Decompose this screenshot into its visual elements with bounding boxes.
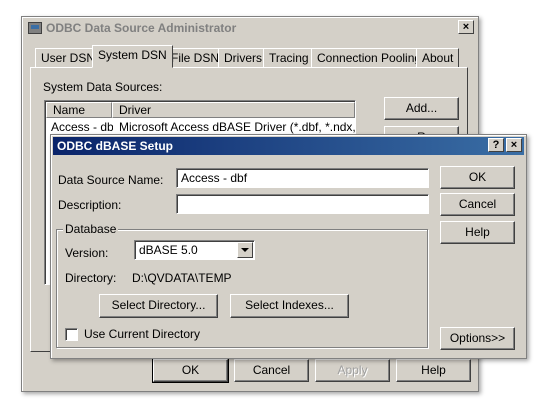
close-icon[interactable]: × <box>506 138 522 152</box>
admin-ok-button[interactable]: OK <box>152 358 229 383</box>
use-current-directory-checkbox[interactable] <box>65 328 78 341</box>
system-data-sources-label: System Data Sources: <box>43 80 163 94</box>
data-source-name-field[interactable]: Access - dbf <box>176 168 429 188</box>
odbc-admin-icon <box>28 22 42 34</box>
admin-apply-button[interactable]: Apply <box>315 359 390 382</box>
tab-file-dsn[interactable]: File DSN <box>165 48 226 68</box>
select-indexes-button[interactable]: Select Indexes... <box>230 294 349 318</box>
database-group: Database Version: dBASE 5.0 Directory: D… <box>56 222 428 348</box>
dsn-label: Data Source Name: <box>58 173 164 187</box>
database-group-title: Database <box>63 222 119 236</box>
admin-titlebar: ODBC Data Source Administrator × <box>24 19 476 37</box>
description-label: Description: <box>58 198 122 212</box>
setup-ok-button[interactable]: OK <box>440 166 515 189</box>
tab-connection-pooling[interactable]: Connection Pooling <box>311 48 428 68</box>
setup-title: ODBC dBASE Setup <box>57 139 174 153</box>
directory-label: Directory: <box>65 271 117 285</box>
version-label: Version: <box>65 246 109 260</box>
tab-tracing[interactable]: Tracing <box>263 48 315 68</box>
options-button[interactable]: Options>> <box>440 327 515 350</box>
tab-about[interactable]: About <box>416 48 460 68</box>
description-field[interactable] <box>176 194 429 214</box>
admin-close-icon[interactable]: × <box>458 20 474 34</box>
directory-value: D:\QVDATA\TEMP <box>132 271 232 285</box>
help-icon[interactable]: ? <box>488 138 504 152</box>
column-header-name[interactable]: Name <box>46 102 112 118</box>
use-current-directory-label[interactable]: Use Current Directory <box>84 326 200 342</box>
column-header-driver[interactable]: Driver <box>112 102 355 118</box>
admin-tab-strip: User DSN System DSN File DSN Drivers Tra… <box>29 45 469 68</box>
list-item-name[interactable]: Access - dbf <box>51 119 113 135</box>
version-select[interactable]: dBASE 5.0 <box>134 240 255 260</box>
version-select-value: dBASE 5.0 <box>139 243 198 257</box>
add-button[interactable]: Add... <box>384 97 459 120</box>
tab-system-dsn[interactable]: System DSN <box>92 45 173 68</box>
list-item-driver[interactable]: Microsoft Access dBASE Driver (*.dbf, *.… <box>119 119 355 135</box>
setup-help-button[interactable]: Help <box>440 221 515 244</box>
admin-title: ODBC Data Source Administrator <box>46 21 237 35</box>
tab-drivers[interactable]: Drivers <box>218 48 268 68</box>
admin-cancel-button[interactable]: Cancel <box>234 359 309 382</box>
chevron-down-icon[interactable] <box>237 242 253 258</box>
setup-titlebar: ODBC dBASE Setup ? × <box>53 137 524 155</box>
dbase-setup-dialog: ODBC dBASE Setup ? × Data Source Name: A… <box>50 134 527 359</box>
admin-help-button[interactable]: Help <box>396 359 471 382</box>
setup-cancel-button[interactable]: Cancel <box>440 193 515 216</box>
select-directory-button[interactable]: Select Directory... <box>99 294 218 318</box>
